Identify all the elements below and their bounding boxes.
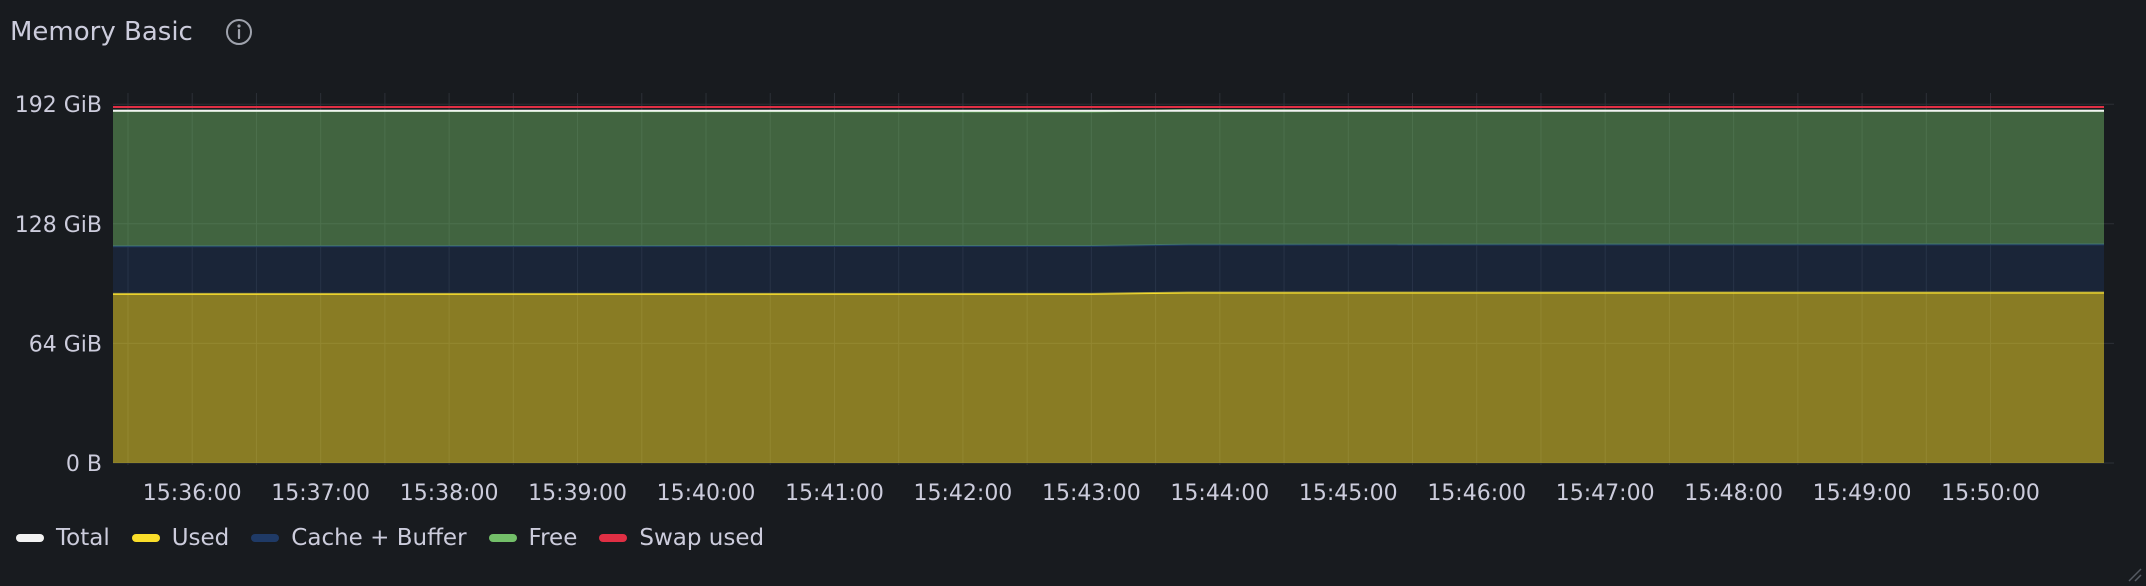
x-tick-label: 15:50:00 — [1941, 481, 2040, 506]
legend-swatch — [131, 534, 160, 542]
legend-swatch — [251, 534, 280, 542]
info-circle-icon[interactable] — [223, 16, 255, 48]
panel-header: Memory Basic — [10, 10, 255, 54]
legend-label: Total — [56, 525, 110, 551]
legend-item-used[interactable]: Used — [131, 525, 230, 551]
legend-item-cache-buffer[interactable]: Cache + Buffer — [251, 525, 467, 551]
x-tick-label: 15:36:00 — [143, 481, 242, 506]
legend-swatch — [488, 534, 517, 542]
x-tick-label: 15:45:00 — [1299, 481, 1398, 506]
legend-label: Cache + Buffer — [291, 525, 467, 551]
y-tick-label: 128 GiB — [15, 213, 102, 238]
x-tick-label: 15:41:00 — [785, 481, 884, 506]
legend-label: Free — [528, 525, 578, 551]
x-tick-label: 15:39:00 — [528, 481, 627, 506]
legend-swatch — [16, 534, 44, 542]
x-tick-label: 15:48:00 — [1684, 481, 1783, 506]
resize-handle-icon[interactable] — [2124, 564, 2142, 582]
x-tick-label: 15:49:00 — [1813, 481, 1912, 506]
legend-label: Swap used — [639, 525, 765, 551]
area-cache-buffer — [113, 244, 2104, 294]
x-tick-label: 15:44:00 — [1170, 481, 1269, 506]
y-tick-label: 192 GiB — [15, 93, 102, 118]
x-tick-label: 15:37:00 — [271, 481, 370, 506]
legend: Total Used Cache + Buffer Free Swap used — [16, 525, 764, 551]
area-used — [113, 292, 2104, 463]
area-free — [113, 110, 2104, 247]
memory-chart: 0 B 64 GiB 128 GiB 192 GiB 15:36:00 15:37:00 1… — [15, 93, 2114, 506]
legend-item-free[interactable]: Free — [488, 525, 578, 551]
legend-item-swap-used[interactable]: Swap used — [599, 525, 764, 551]
y-tick-label: 64 GiB — [29, 332, 102, 357]
legend-item-total[interactable]: Total — [16, 525, 110, 551]
y-tick-label: 0 B — [66, 452, 102, 477]
x-tick-label: 15:43:00 — [1042, 481, 1141, 506]
legend-swatch — [599, 534, 628, 542]
x-tick-label: 15:47:00 — [1556, 481, 1655, 506]
x-tick-label: 15:38:00 — [400, 481, 499, 506]
x-tick-label: 15:46:00 — [1427, 481, 1526, 506]
legend-label: Used — [171, 525, 230, 551]
x-tick-label: 15:40:00 — [657, 481, 756, 506]
panel-title: Memory Basic — [10, 17, 193, 47]
x-tick-label: 15:42:00 — [914, 481, 1013, 506]
